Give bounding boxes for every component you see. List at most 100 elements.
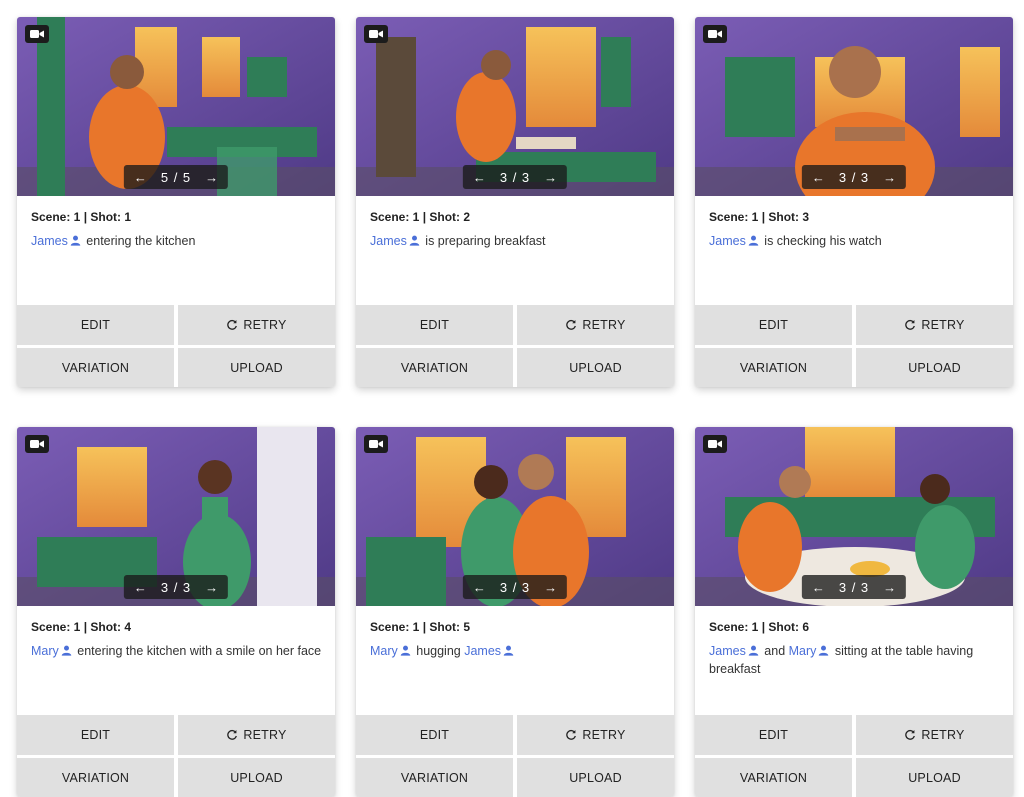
variation-button[interactable]: VARIATION — [695, 758, 852, 797]
upload-button[interactable]: UPLOAD — [178, 348, 335, 387]
shot-image-container: ← 3 / 3 → — [356, 427, 674, 606]
retry-label: RETRY — [582, 728, 626, 742]
variation-label: VARIATION — [61, 361, 130, 375]
video-camera-icon — [369, 30, 383, 38]
retry-button[interactable]: RETRY — [856, 305, 1013, 345]
shot-description: Mary hugging James — [370, 642, 666, 660]
upload-label: UPLOAD — [569, 361, 622, 375]
arrow-left-icon[interactable]: ← — [812, 580, 825, 595]
shot-card: ← 3 / 3 → Scene: 1 | Shot: 5 Mary huggin… — [356, 427, 674, 797]
shot-image-container: ← 3 / 3 → — [356, 17, 674, 196]
upload-button[interactable]: UPLOAD — [856, 758, 1013, 797]
arrow-left-icon[interactable]: ← — [473, 580, 486, 595]
edit-button[interactable]: EDIT — [695, 715, 852, 755]
image-counter: 5 / 5 — [160, 169, 192, 185]
shot-card: ← 3 / 3 → Scene: 1 | Shot: 4 Mary enteri… — [17, 427, 335, 797]
description-text: hugging — [412, 644, 465, 658]
arrow-right-icon[interactable]: → — [205, 170, 218, 185]
edit-label: EDIT — [80, 728, 111, 742]
scene-shot-label: Scene: 1 | Shot: 1 — [31, 210, 132, 224]
variation-label: VARIATION — [739, 361, 808, 375]
person-icon — [70, 235, 81, 246]
edit-label: EDIT — [419, 318, 450, 332]
shot-description: James is checking his watch — [709, 232, 1005, 250]
upload-button[interactable]: UPLOAD — [178, 758, 335, 797]
edit-label: EDIT — [758, 318, 789, 332]
character-link[interactable]: Mary — [370, 644, 398, 658]
retry-button[interactable]: RETRY — [517, 305, 674, 345]
arrow-left-icon[interactable]: ← — [134, 580, 147, 595]
character-link[interactable]: James — [709, 644, 746, 658]
image-pager: ← 3 / 3 → — [801, 575, 907, 599]
retry-label: RETRY — [243, 728, 287, 742]
variation-button[interactable]: VARIATION — [17, 758, 174, 797]
video-camera-icon — [708, 30, 722, 38]
upload-button[interactable]: UPLOAD — [856, 348, 1013, 387]
video-badge[interactable] — [364, 25, 388, 43]
shot-image-container: ← 3 / 3 → — [17, 427, 335, 606]
arrow-right-icon[interactable]: → — [544, 170, 557, 185]
edit-label: EDIT — [80, 318, 111, 332]
refresh-icon — [566, 729, 577, 740]
edit-button[interactable]: EDIT — [356, 715, 513, 755]
retry-label: RETRY — [921, 318, 965, 332]
edit-button[interactable]: EDIT — [17, 715, 174, 755]
retry-button[interactable]: RETRY — [856, 715, 1013, 755]
description-text: and — [760, 644, 789, 658]
retry-button[interactable]: RETRY — [178, 715, 335, 755]
refresh-icon — [227, 319, 238, 330]
arrow-right-icon[interactable]: → — [544, 580, 557, 595]
refresh-icon — [566, 319, 577, 330]
edit-button[interactable]: EDIT — [356, 305, 513, 345]
arrow-right-icon[interactable]: → — [883, 580, 896, 595]
shot-card: ← 3 / 3 → Scene: 1 | Shot: 3 James is ch… — [695, 17, 1013, 387]
character-link[interactable]: James — [31, 234, 68, 248]
description-text: is checking his watch — [760, 234, 882, 248]
scene-shot-label: Scene: 1 | Shot: 4 — [31, 620, 132, 634]
arrow-right-icon[interactable]: → — [883, 170, 896, 185]
character-link[interactable]: James — [709, 234, 746, 248]
arrow-left-icon[interactable]: ← — [134, 170, 147, 185]
video-badge[interactable] — [364, 435, 388, 453]
variation-label: VARIATION — [400, 771, 469, 785]
variation-button[interactable]: VARIATION — [356, 758, 513, 797]
arrow-left-icon[interactable]: ← — [473, 170, 486, 185]
upload-button[interactable]: UPLOAD — [517, 758, 674, 797]
person-icon — [503, 645, 514, 656]
upload-button[interactable]: UPLOAD — [517, 348, 674, 387]
character-link[interactable]: James — [370, 234, 407, 248]
image-counter: 3 / 3 — [838, 579, 870, 595]
retry-button[interactable]: RETRY — [517, 715, 674, 755]
image-pager: ← 5 / 5 → — [123, 165, 229, 189]
shot-image-container: ← 3 / 3 → — [695, 17, 1013, 196]
image-counter: 3 / 3 — [838, 169, 870, 185]
variation-button[interactable]: VARIATION — [695, 348, 852, 387]
scene-shot-label: Scene: 1 | Shot: 2 — [370, 210, 471, 224]
character-link[interactable]: James — [464, 644, 501, 658]
video-camera-icon — [369, 440, 383, 448]
refresh-icon — [227, 729, 238, 740]
video-badge[interactable] — [25, 435, 49, 453]
shot-description: Mary entering the kitchen with a smile o… — [31, 642, 327, 660]
upload-label: UPLOAD — [230, 771, 283, 785]
edit-button[interactable]: EDIT — [695, 305, 852, 345]
description-text: is preparing breakfast — [421, 234, 546, 248]
edit-button[interactable]: EDIT — [17, 305, 174, 345]
video-badge[interactable] — [703, 435, 727, 453]
shot-description: James is preparing breakfast — [370, 232, 666, 250]
retry-button[interactable]: RETRY — [178, 305, 335, 345]
shot-card: ← 3 / 3 → Scene: 1 | Shot: 6 James and M… — [695, 427, 1013, 797]
video-badge[interactable] — [25, 25, 49, 43]
character-link[interactable]: Mary — [789, 644, 817, 658]
variation-label: VARIATION — [400, 361, 469, 375]
arrow-left-icon[interactable]: ← — [812, 170, 825, 185]
video-badge[interactable] — [703, 25, 727, 43]
variation-button[interactable]: VARIATION — [17, 348, 174, 387]
character-link[interactable]: Mary — [31, 644, 59, 658]
video-camera-icon — [30, 30, 44, 38]
arrow-right-icon[interactable]: → — [205, 580, 218, 595]
refresh-icon — [905, 729, 916, 740]
upload-label: UPLOAD — [569, 771, 622, 785]
variation-button[interactable]: VARIATION — [356, 348, 513, 387]
person-icon — [400, 645, 411, 656]
